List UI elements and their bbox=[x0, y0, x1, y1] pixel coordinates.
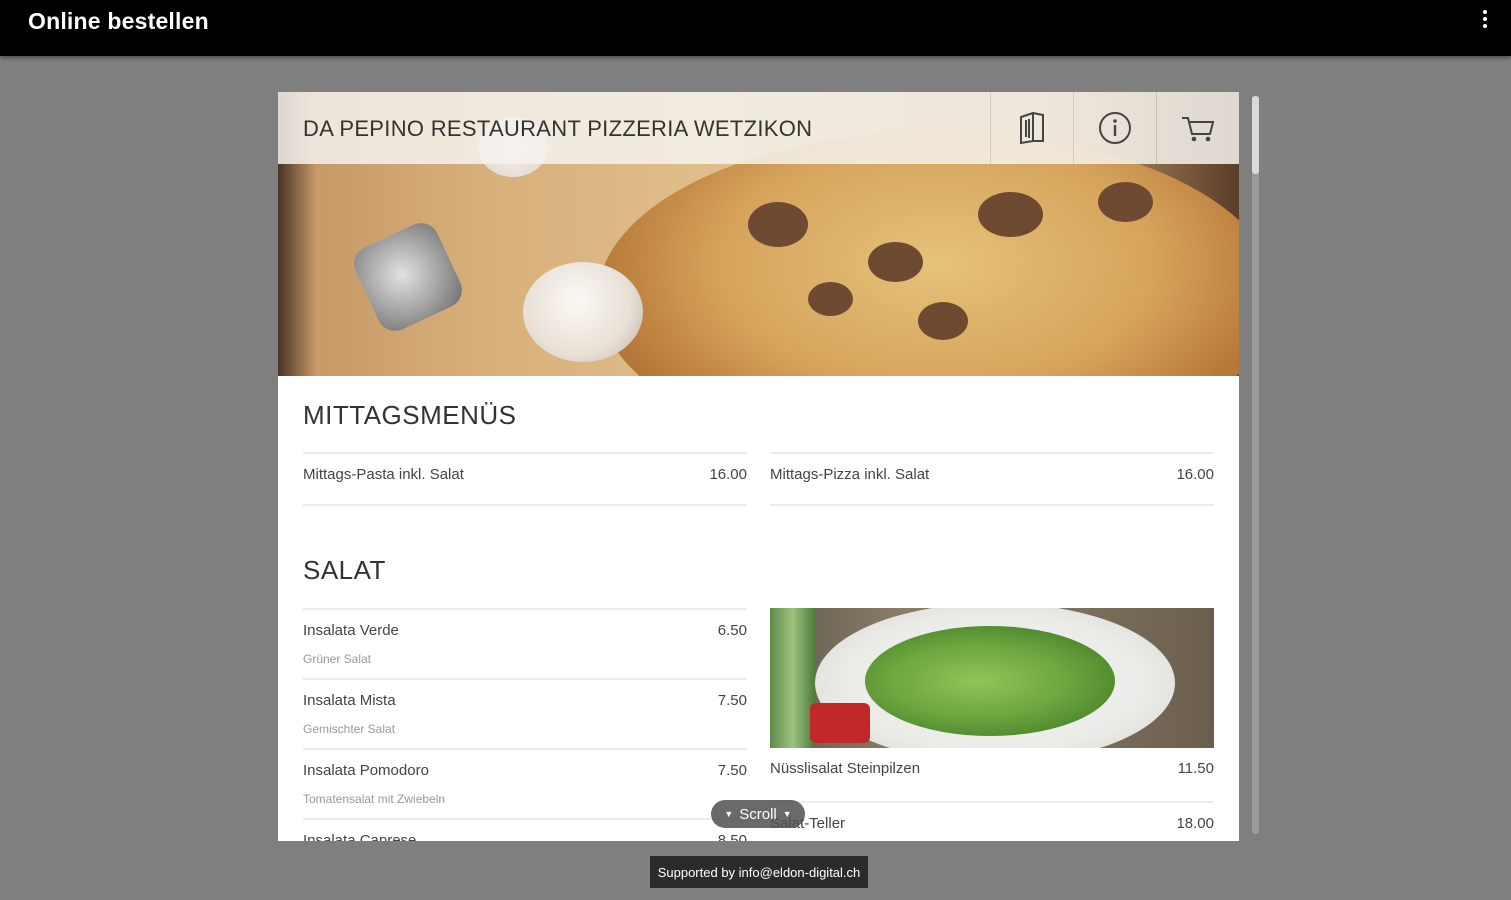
item-name: Insalata Caprese bbox=[303, 832, 417, 841]
supported-by-link[interactable]: Supported by info@eldon-digital.ch bbox=[650, 856, 868, 888]
item-name: Mittags-Pizza inkl. Salat bbox=[770, 466, 930, 483]
item-name: Insalata Pomodoro bbox=[303, 762, 429, 779]
item-description: Tomatensalat mit Zwiebeln bbox=[303, 792, 446, 806]
item-description: Gemischter Salat bbox=[303, 722, 396, 736]
app-bar: Online bestellen bbox=[0, 0, 1511, 56]
scrollbar-thumb[interactable] bbox=[1252, 96, 1259, 174]
salt-shaker-image bbox=[348, 217, 468, 337]
section-title-salat: SALAT bbox=[303, 555, 386, 585]
item-price: 11.50 bbox=[1177, 760, 1214, 777]
menu-item[interactable]: Insalata Verde 6.50 Grüner Salat bbox=[303, 608, 747, 678]
item-name: Nüsslisalat Steinpilzen bbox=[770, 760, 921, 777]
salad-image bbox=[770, 608, 1214, 748]
restaurant-name: DA PEPINO RESTAURANT PIZZERIA WETZIKON bbox=[303, 116, 813, 141]
scroll-button[interactable]: ▼ Scroll ▼ bbox=[711, 800, 805, 828]
item-name: Insalata Verde bbox=[303, 622, 399, 639]
item-price: 16.00 bbox=[709, 466, 747, 483]
app-bar-title: Online bestellen bbox=[28, 8, 209, 34]
hero-image: DA PEPINO RESTAURANT PIZZERIA WETZIKON bbox=[278, 92, 1239, 376]
menu-item[interactable]: Insalata Caprese 8.50 bbox=[303, 818, 747, 841]
scrollbar[interactable] bbox=[1252, 96, 1259, 834]
menu-item[interactable]: Insalata Mista 7.50 Gemischter Salat bbox=[303, 678, 747, 748]
menu-book-icon bbox=[1020, 111, 1044, 145]
menu-item[interactable]: Mittags-Pasta inkl. Salat 16.00 bbox=[303, 452, 747, 506]
scroll-label: Scroll bbox=[739, 805, 777, 823]
restaurant-card: DA PEPINO RESTAURANT PIZZERIA WETZIKON M… bbox=[278, 92, 1239, 841]
item-price: 8.50 bbox=[717, 832, 747, 841]
menu-item[interactable]: Mittags-Pizza inkl. Salat 16.00 bbox=[770, 452, 1214, 506]
section-title-mittagsmenus: MITTAGSMENÜS bbox=[303, 400, 517, 430]
item-description: Grüner Salat bbox=[303, 652, 372, 666]
more-vert-icon[interactable] bbox=[1479, 10, 1491, 32]
cart-icon bbox=[1182, 117, 1215, 142]
menu-item[interactable]: Salat-Teller 18.00 bbox=[770, 801, 1214, 841]
menu-item[interactable]: Nüsslisalat Steinpilzen 11.50 bbox=[770, 748, 1214, 802]
restaurant-header: DA PEPINO RESTAURANT PIZZERIA WETZIKON bbox=[278, 92, 1239, 164]
item-name: Insalata Mista bbox=[303, 692, 396, 709]
info-icon bbox=[1099, 112, 1131, 144]
item-price: 16.00 bbox=[1176, 466, 1214, 483]
menu-book-button[interactable] bbox=[990, 92, 1073, 164]
item-name: Mittags-Pasta inkl. Salat bbox=[303, 466, 464, 483]
item-price: 7.50 bbox=[717, 692, 747, 709]
menu-item[interactable]: Insalata Pomodoro 7.50 Tomatensalat mit … bbox=[303, 748, 747, 818]
info-button[interactable] bbox=[1073, 92, 1156, 164]
cart-button[interactable] bbox=[1156, 92, 1239, 164]
item-price: 18.00 bbox=[1176, 815, 1214, 832]
mushroom-image bbox=[523, 262, 643, 362]
item-price: 6.50 bbox=[717, 622, 747, 639]
caret-down-icon: ▼ bbox=[724, 809, 734, 819]
item-price: 7.50 bbox=[717, 762, 747, 779]
caret-down-icon: ▼ bbox=[782, 809, 792, 819]
